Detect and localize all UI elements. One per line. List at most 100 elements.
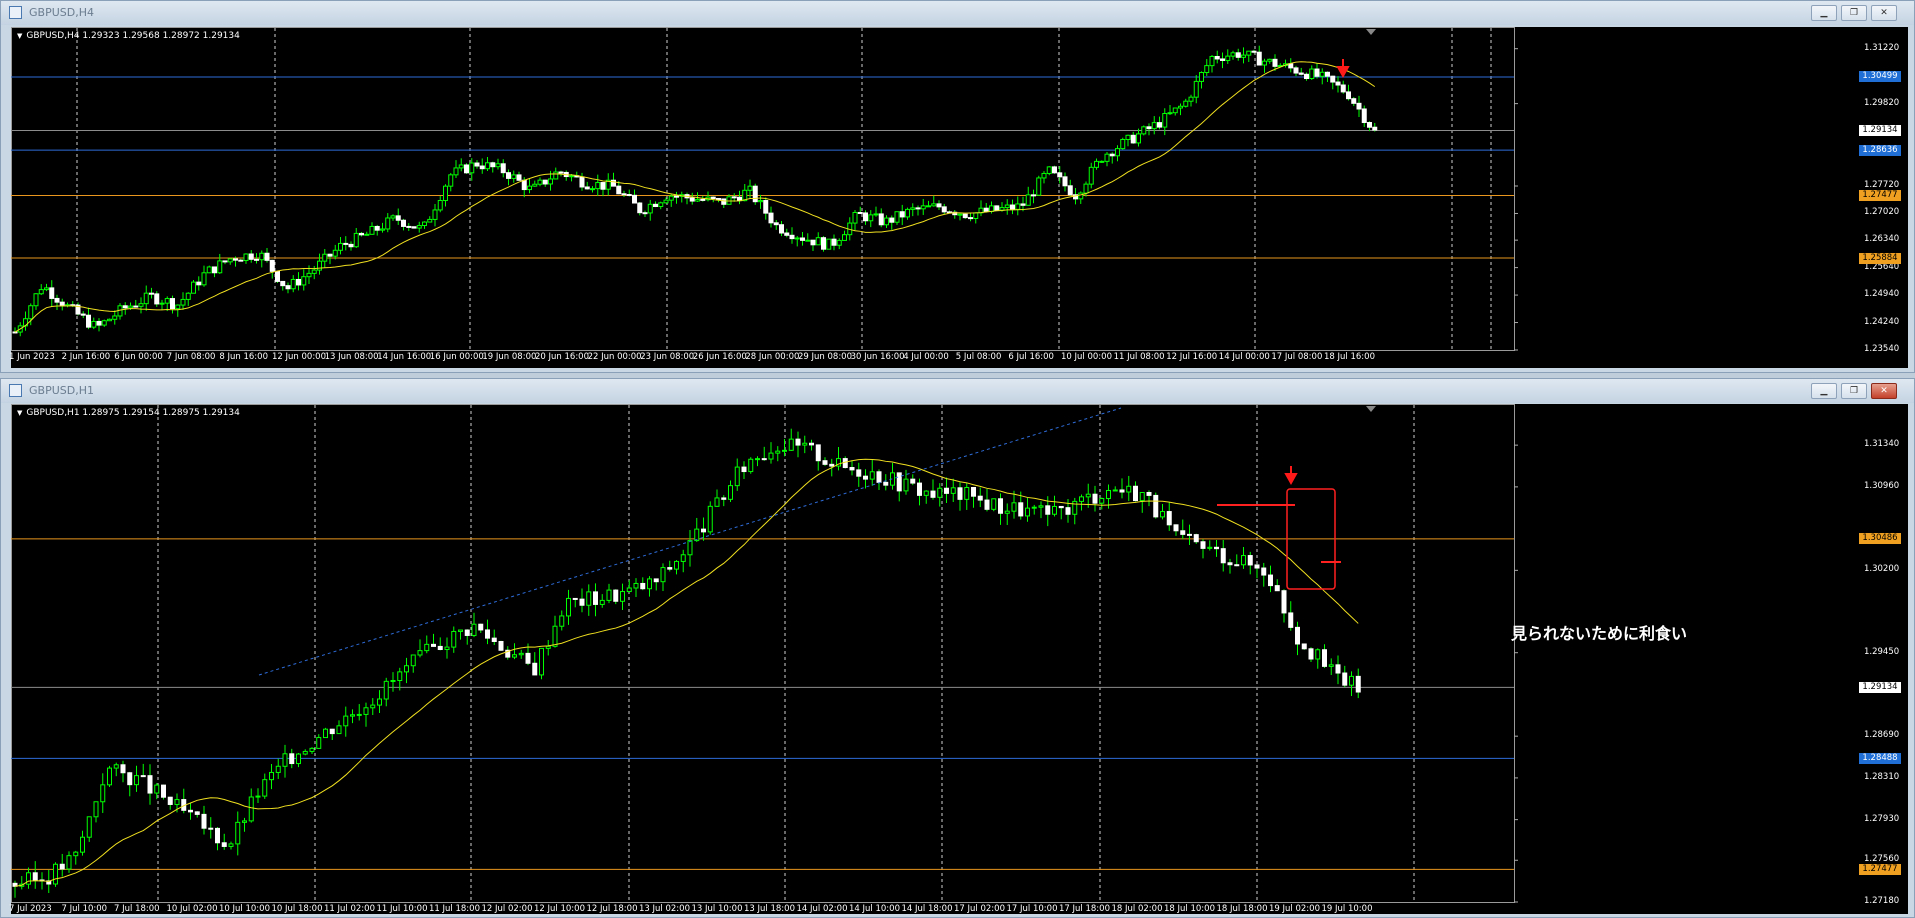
x-axis-label: 11 Jul 02:00: [324, 904, 375, 914]
candle-body: [1281, 590, 1287, 614]
candle-body: [491, 637, 497, 642]
candle-body: [962, 213, 968, 219]
candle-body: [167, 796, 173, 805]
candle-body: [1018, 502, 1024, 517]
candle-body: [899, 211, 905, 218]
maximize-button[interactable]: ❐: [1841, 5, 1867, 21]
maximize-button[interactable]: ❐: [1841, 383, 1867, 399]
y-axis-label: 1.30960: [1864, 480, 1900, 491]
candle-body: [863, 212, 868, 222]
candle-body: [647, 203, 653, 214]
candle-body: [1235, 52, 1241, 58]
candle-body: [107, 767, 112, 786]
candle-body: [1112, 489, 1118, 492]
candle-body: [1139, 491, 1145, 502]
window-title-h1: GBPUSD,H1: [29, 384, 94, 397]
x-axis-label: 18 Jul 18:00: [1216, 904, 1268, 914]
candle-body: [857, 211, 863, 214]
candle-body: [964, 487, 970, 500]
candle-body: [185, 292, 191, 300]
x-axis-label: 23 Jun 08:00: [640, 352, 695, 362]
candlestick-canvas-h1[interactable]: [11, 404, 1908, 914]
candle-body: [815, 237, 821, 246]
y-axis-label: 1.27560: [1864, 854, 1900, 865]
moving-average-line: [14, 458, 1359, 887]
candle-body: [779, 224, 784, 234]
title-bar-h1[interactable]: GBPUSD,H1 ▁ ❐ ✕: [1, 379, 1914, 403]
candle-body: [154, 784, 160, 794]
candle-body: [836, 239, 842, 246]
price-level-tag: 1.27477: [1859, 863, 1901, 875]
candle-body: [633, 582, 639, 589]
candle-body: [748, 458, 754, 473]
candle-body: [642, 212, 648, 215]
candle-body: [1251, 50, 1257, 53]
price-level-tag: 1.28488: [1859, 752, 1901, 764]
candle-body: [1136, 133, 1141, 144]
candle-body: [957, 487, 963, 500]
title-bar-h4[interactable]: GBPUSD,H4 ▁ ❐ ✕: [1, 1, 1914, 25]
candle-body: [290, 278, 296, 290]
x-axis-label: 10 Jul 18:00: [271, 904, 323, 914]
candle-body: [968, 217, 973, 220]
candle-body: [626, 194, 632, 197]
candle-body: [338, 242, 343, 251]
candle-body: [506, 172, 511, 179]
candle-body: [1058, 505, 1064, 509]
candle-body: [1315, 649, 1321, 660]
minimize-button[interactable]: ▁: [1811, 383, 1837, 399]
candle-body: [1214, 55, 1220, 60]
candle-body: [903, 478, 909, 492]
candle-body: [206, 266, 212, 274]
candle-body: [1308, 648, 1314, 660]
candle-body: [1172, 107, 1178, 114]
candle-body: [238, 259, 244, 262]
candle-body: [741, 466, 747, 473]
candle-body: [73, 851, 79, 857]
candle-body: [350, 714, 355, 717]
candle-body: [1325, 71, 1330, 77]
candle-body: [572, 597, 578, 600]
candle-body: [991, 498, 997, 510]
price-chart-h1[interactable]: ▼ GBPUSD,H1 1.28975 1.29154 1.28975 1.291…: [9, 404, 1908, 914]
close-button[interactable]: ✕: [1871, 5, 1897, 21]
candle-body: [977, 495, 983, 501]
candle-body: [1151, 122, 1157, 130]
candle-body: [296, 753, 301, 765]
candle-body: [112, 315, 118, 320]
candle-body: [1351, 98, 1357, 104]
candle-body: [998, 498, 1003, 514]
candle-body: [164, 298, 170, 304]
close-button[interactable]: ✕: [1871, 383, 1897, 399]
candle-body: [28, 305, 34, 320]
candle-body: [1162, 113, 1168, 128]
x-axis-label: 29 Jun 08:00: [798, 352, 852, 362]
candle-body: [243, 253, 249, 262]
candle-body: [539, 647, 544, 676]
candle-body: [1166, 511, 1172, 526]
candle-body: [490, 162, 496, 168]
candle-body: [599, 599, 605, 605]
candle-body: [680, 554, 686, 562]
candle-body: [716, 198, 721, 201]
candle-body: [1126, 485, 1132, 493]
candle-body: [569, 175, 574, 178]
candle-body: [133, 305, 139, 308]
candle-body: [390, 680, 396, 683]
candle-body: [80, 836, 85, 853]
candle-body: [1178, 105, 1183, 109]
minimize-button[interactable]: ▁: [1811, 5, 1837, 21]
candle-body: [1342, 672, 1348, 686]
candle-body: [1314, 68, 1320, 77]
candle-body: [984, 499, 990, 510]
price-chart-h4[interactable]: ▼ GBPUSD,H4 1.29323 1.29568 1.28972 1.291…: [9, 27, 1908, 368]
candle-body: [128, 305, 133, 309]
candle-body: [1322, 649, 1327, 667]
candle-body: [1109, 153, 1115, 157]
candle-body: [613, 589, 619, 602]
candle-body: [1125, 134, 1131, 140]
price-level-tag: 1.30486: [1859, 533, 1901, 545]
candle-body: [768, 212, 774, 224]
candle-body: [1078, 192, 1084, 200]
candlestick-canvas-h4[interactable]: [11, 27, 1908, 368]
